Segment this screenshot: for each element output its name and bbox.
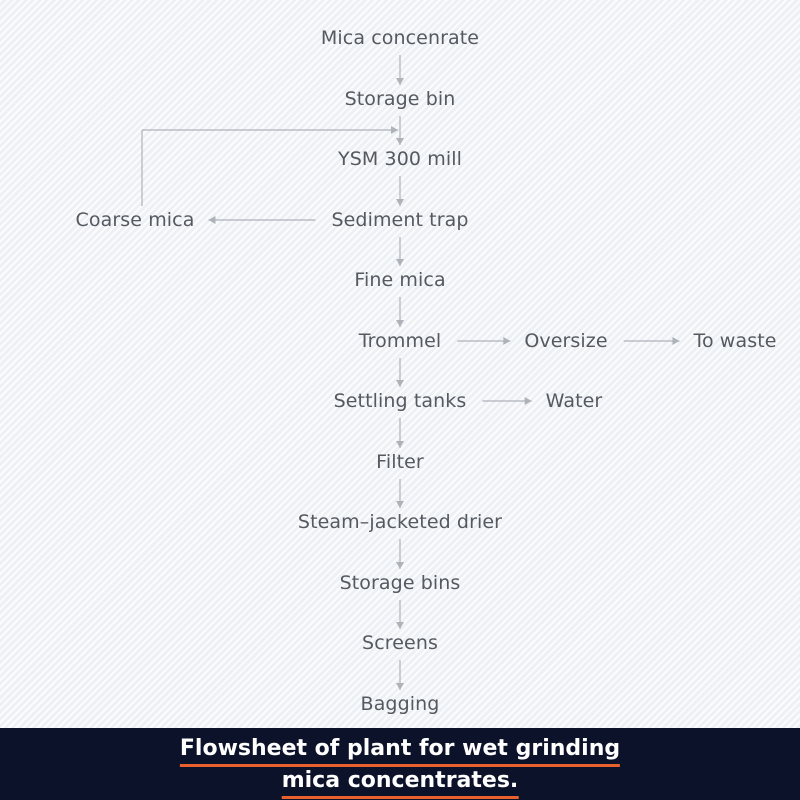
node-storage-bins: Storage bins <box>339 572 461 594</box>
arrow-sediment-trap-to-coarse-mica-head <box>208 216 216 224</box>
arrow-storage-bins-to-screens-head <box>396 622 404 629</box>
node-sediment-trap: Sediment trap <box>331 209 469 231</box>
node-settling-tanks: Settling tanks <box>333 390 467 412</box>
arrow-mica-concentrate-to-storage-bin-head <box>396 78 404 85</box>
arrow-filter-to-steam-jacketed-drier-head <box>396 501 404 508</box>
node-fine-mica: Fine mica <box>354 269 446 291</box>
arrow-trommel-to-settling-tanks-head <box>396 380 404 387</box>
caption-line-1: Flowsheet of plant for wet grinding <box>179 736 621 767</box>
node-screens: Screens <box>362 632 438 654</box>
arrow-settling-tanks-to-water-head <box>524 397 532 405</box>
node-mica-concentrate: Mica concenrate <box>320 27 480 49</box>
arrow-settling-tanks-to-filter-head <box>396 441 404 448</box>
node-oversize: Oversize <box>524 330 608 352</box>
arrow-coarse-mica-to-ysm-300-mill-head <box>391 126 398 134</box>
arrow-ysm-300-mill-to-sediment-trap-head <box>396 199 404 206</box>
node-trommel: Trommel <box>358 330 442 352</box>
arrow-sediment-trap-to-fine-mica-head <box>396 259 404 266</box>
node-steam-jacketed-drier: Steam–jacketed drier <box>297 511 503 533</box>
node-coarse-mica: Coarse mica <box>75 209 195 231</box>
caption-line-2: mica concentrates. <box>281 768 519 799</box>
arrow-fine-mica-to-trommel-head <box>396 320 404 327</box>
node-filter: Filter <box>376 451 424 473</box>
arrow-oversize-to-to-waste-head <box>672 337 680 345</box>
flowsheet-diagram: Mica concenrate Storage bin YSM 300 mill Se… <box>0 0 800 728</box>
node-water: Water <box>545 390 603 412</box>
node-to-waste: To waste <box>693 330 777 352</box>
arrow-steam-jacketed-drier-to-storage-bins-head <box>396 562 404 569</box>
node-bagging: Bagging <box>360 693 440 715</box>
caption-banner: Flowsheet of plant for wet grinding mica… <box>0 728 800 800</box>
arrow-storage-bin-to-ysm-300-mill-head <box>396 138 404 145</box>
node-ysm-300-mill: YSM 300 mill <box>338 148 462 170</box>
node-storage-bin: Storage bin <box>344 88 456 110</box>
arrow-trommel-to-oversize-head <box>503 337 511 345</box>
arrow-screens-to-bagging-head <box>396 683 404 690</box>
